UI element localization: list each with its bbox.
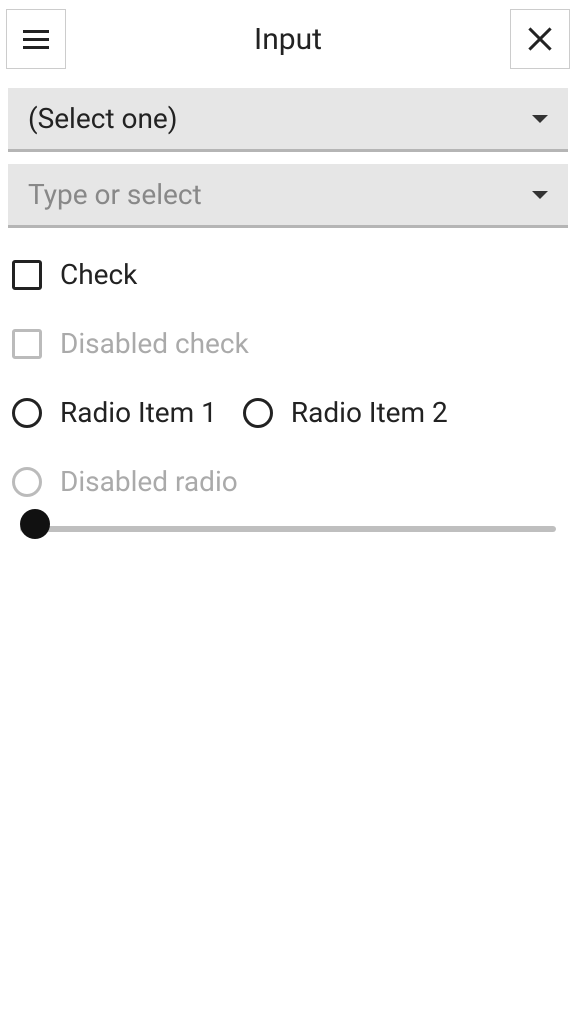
radio-group: Radio Item 1 Radio Item 2 <box>8 378 568 447</box>
radio-item-2[interactable]: Radio Item 2 <box>243 396 448 429</box>
slider-track <box>20 526 556 532</box>
radio-item-1[interactable]: Radio Item 1 <box>12 396 217 429</box>
select-value: (Select one) <box>28 102 178 135</box>
slider-thumb[interactable] <box>20 509 50 539</box>
chevron-down-icon <box>532 191 548 199</box>
menu-icon <box>23 30 49 49</box>
chevron-down-icon <box>532 115 548 123</box>
radio-label: Disabled radio <box>60 465 238 498</box>
radio-icon <box>12 398 42 428</box>
slider[interactable] <box>8 516 568 532</box>
content-area: (Select one) Type or select Check Disabl… <box>0 78 576 532</box>
radio-disabled: Disabled radio <box>8 447 568 516</box>
menu-button[interactable] <box>6 9 66 69</box>
checkbox-icon <box>12 329 42 359</box>
close-button[interactable] <box>510 9 570 69</box>
checkbox-label: Disabled check <box>60 327 249 360</box>
checkbox-icon <box>12 260 42 290</box>
radio-label: Radio Item 2 <box>291 396 448 429</box>
select-dropdown[interactable]: (Select one) <box>8 88 568 152</box>
combobox-input[interactable]: Type or select <box>8 164 568 228</box>
close-icon <box>527 26 553 52</box>
checkbox-check[interactable]: Check <box>8 240 568 309</box>
radio-label: Radio Item 1 <box>60 396 217 429</box>
combobox-placeholder: Type or select <box>28 178 202 211</box>
checkbox-disabled: Disabled check <box>8 309 568 378</box>
radio-icon <box>243 398 273 428</box>
page-title: Input <box>254 22 322 57</box>
radio-icon <box>12 467 42 497</box>
checkbox-label: Check <box>60 258 137 291</box>
app-header: Input <box>0 0 576 78</box>
